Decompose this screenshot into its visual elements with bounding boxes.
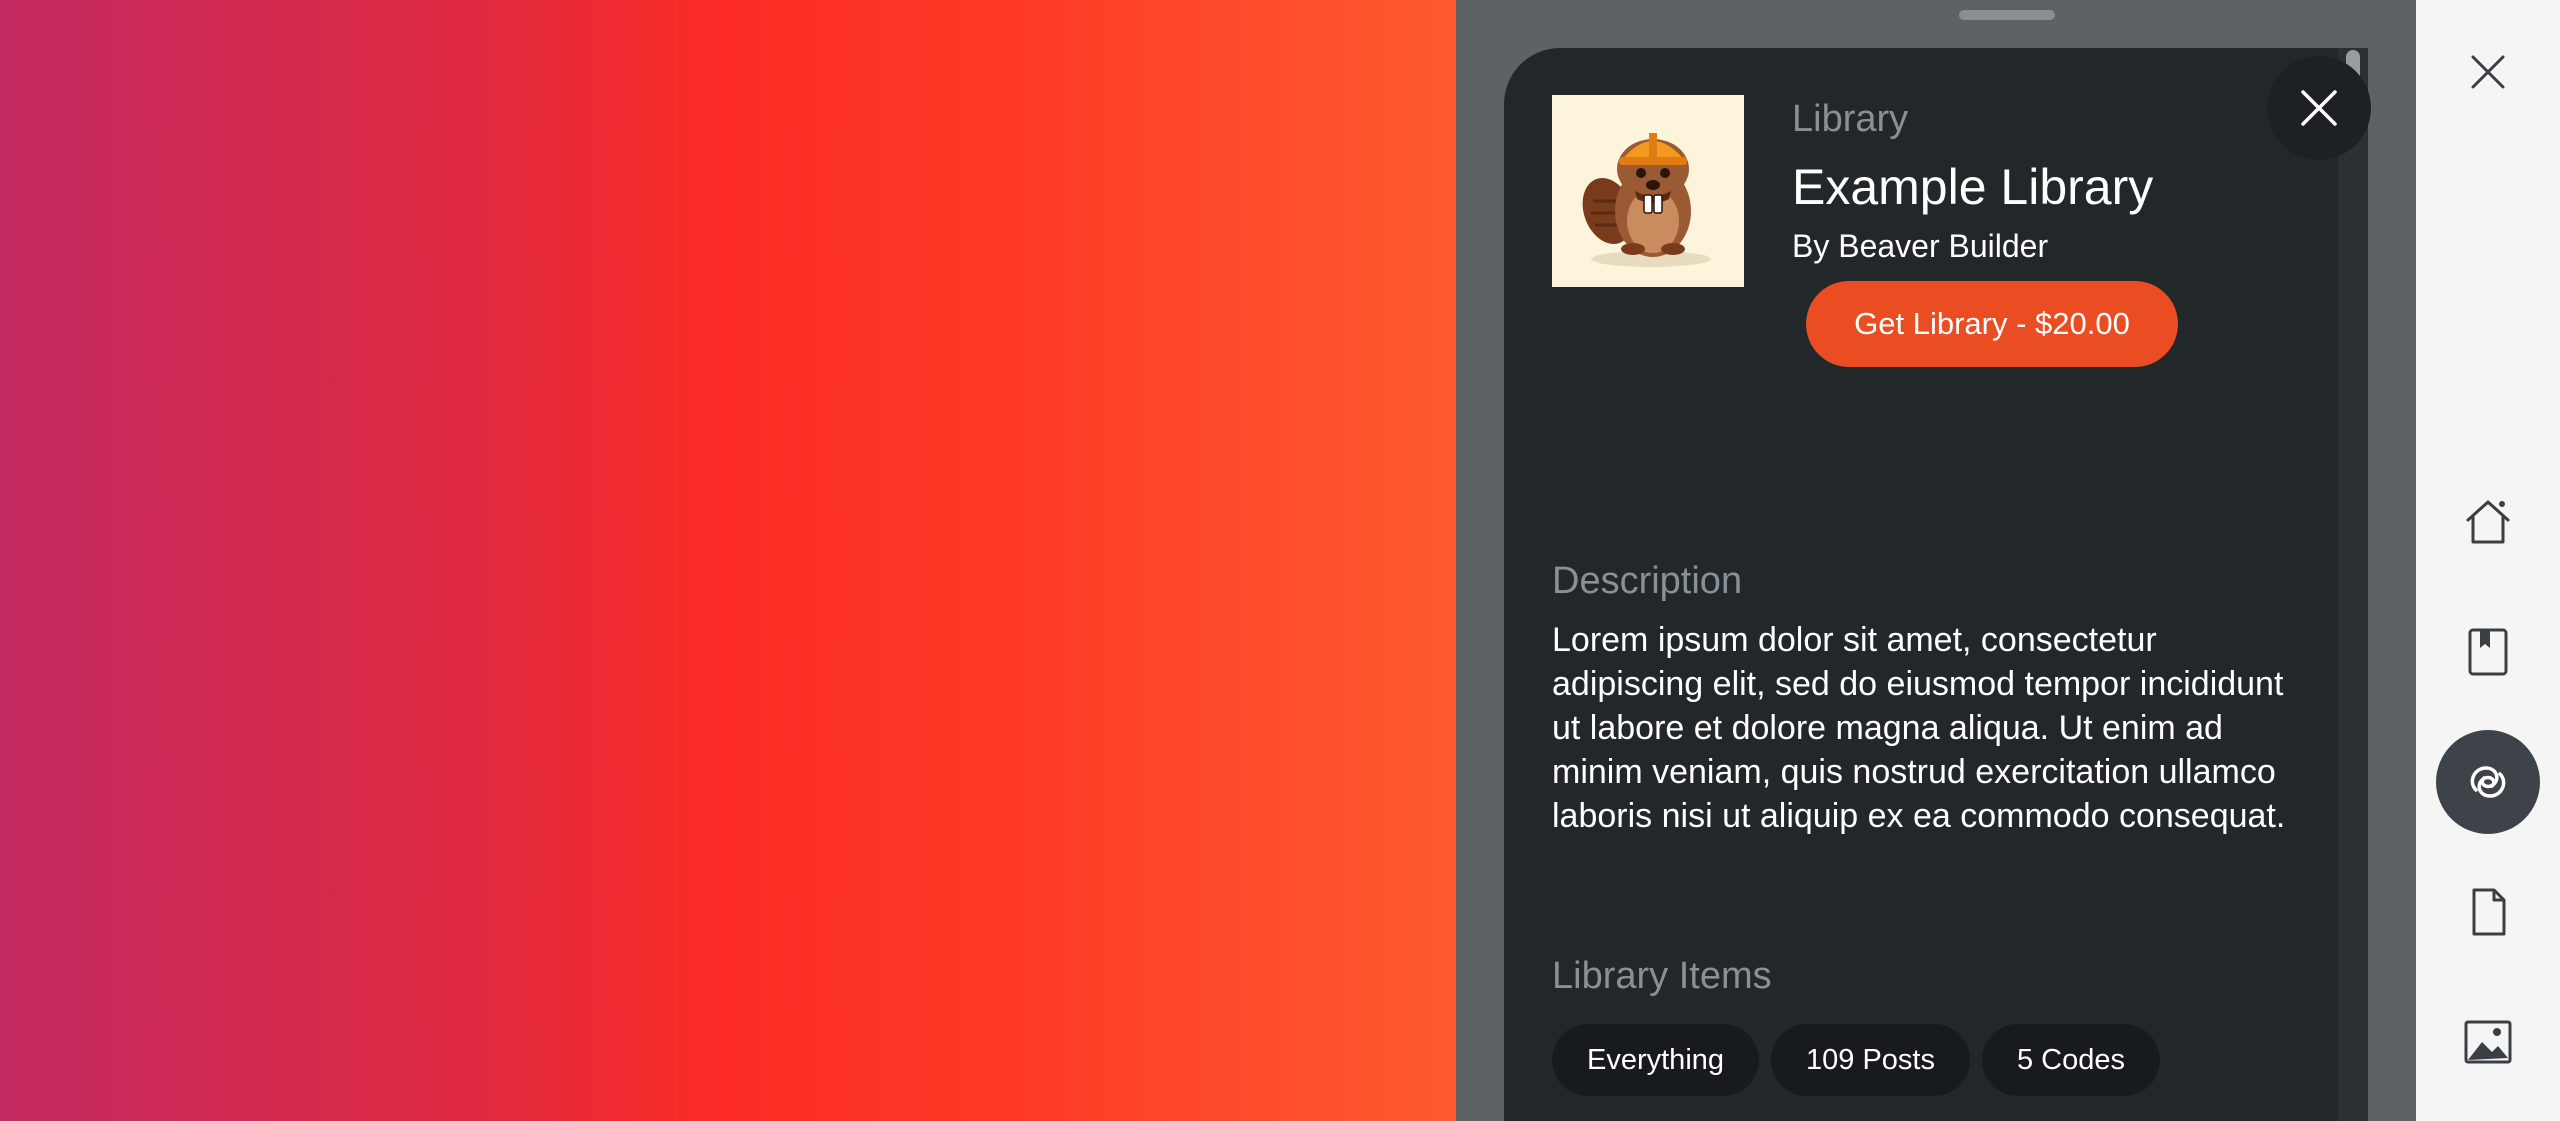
- sidebar-item-home[interactable]: [2436, 470, 2540, 574]
- sidebar-item-media[interactable]: [2436, 990, 2540, 1094]
- library-thumbnail: [1552, 95, 1744, 287]
- close-icon: [2471, 55, 2505, 89]
- bookmark-icon: [2468, 628, 2508, 676]
- drag-handle[interactable]: [1959, 10, 2055, 20]
- library-title: Example Library: [1792, 159, 2154, 215]
- chip-posts[interactable]: 109 Posts: [1771, 1024, 1970, 1096]
- description-heading: Description: [1552, 560, 1743, 602]
- close-icon: [2301, 90, 2337, 126]
- library-items-heading: Library Items: [1552, 955, 1772, 997]
- scrollbar-track[interactable]: [2338, 48, 2368, 1121]
- library-type-label: Library: [1792, 98, 1909, 140]
- libraries-icon: [2470, 766, 2506, 798]
- sidebar-item-documents[interactable]: [2436, 860, 2540, 964]
- library-author: By Beaver Builder: [1792, 228, 2049, 264]
- close-card-button[interactable]: [2267, 56, 2371, 160]
- description-text: Lorem ipsum dolor sit amet, consectetur …: [1552, 621, 2286, 835]
- sidebar-item-saved[interactable]: [2436, 600, 2540, 704]
- beaver-mascot-icon: [1582, 133, 1711, 267]
- close-panel-button[interactable]: [2436, 20, 2540, 124]
- canvas-background: [0, 0, 1456, 1121]
- document-icon: [2472, 888, 2506, 936]
- sidebar-item-libraries[interactable]: [2436, 730, 2540, 834]
- image-icon: [2464, 1020, 2512, 1064]
- get-library-button[interactable]: Get Library - $20.00: [1806, 281, 2178, 367]
- library-items-filters: Everything 109 Posts 5 Codes: [1552, 1024, 2161, 1096]
- chip-everything[interactable]: Everything: [1552, 1024, 1760, 1096]
- home-icon: [2466, 500, 2510, 544]
- chip-codes[interactable]: 5 Codes: [1982, 1024, 2161, 1096]
